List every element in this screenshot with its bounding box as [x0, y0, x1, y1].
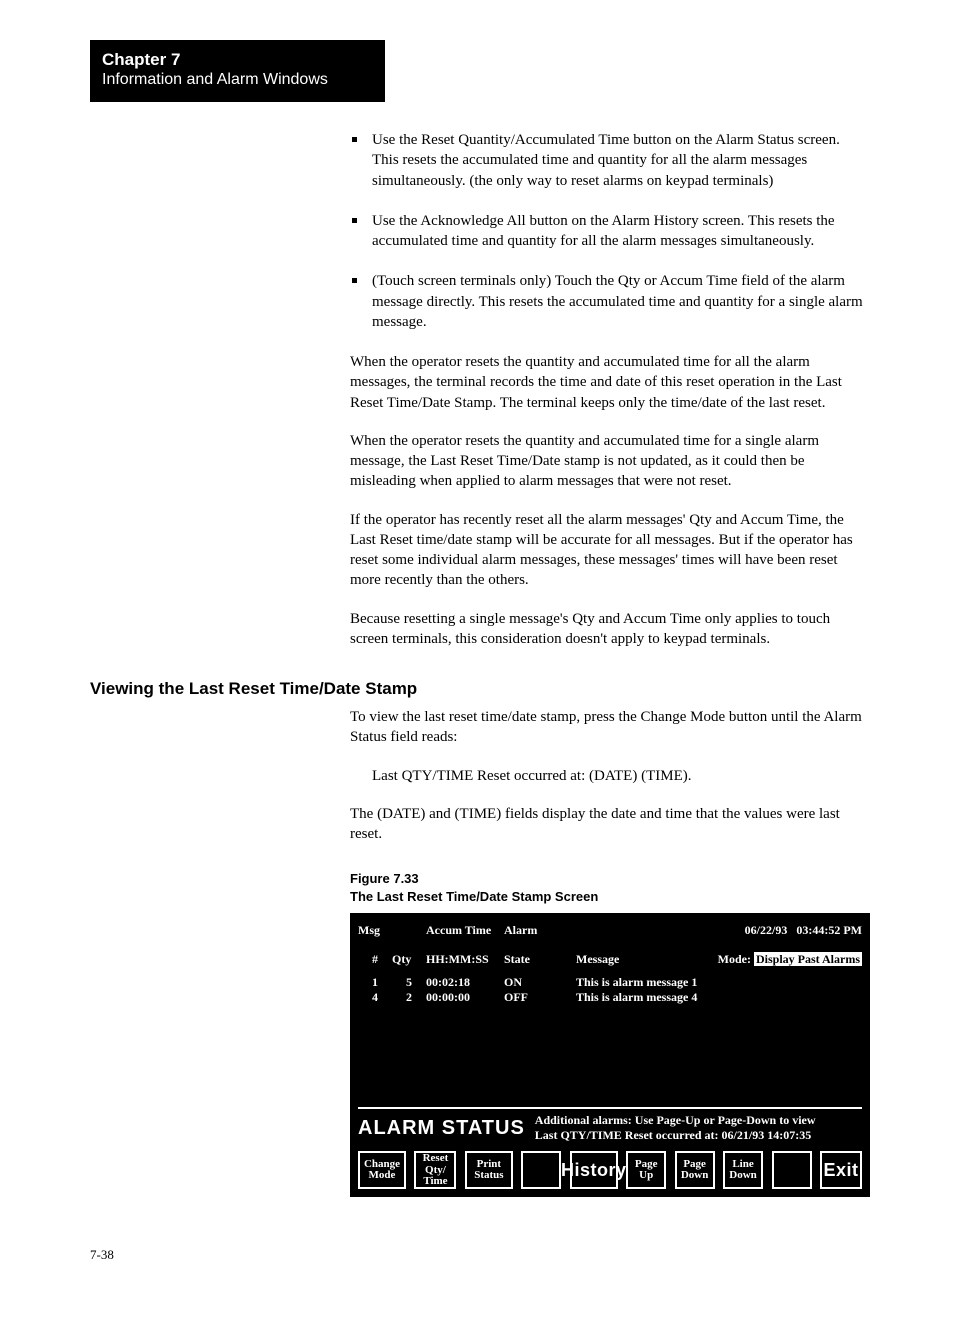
cell-state: ON: [504, 975, 550, 990]
cell-message: This is alarm message 1: [550, 975, 862, 990]
col-header: State: [504, 952, 550, 967]
col-header: #: [358, 952, 392, 967]
col-header: Alarm: [504, 923, 550, 938]
chapter-title: Chapter 7: [102, 50, 373, 70]
mode-label: Mode:: [718, 952, 751, 966]
page-number: 7-38: [90, 1247, 864, 1263]
line-down-button[interactable]: Line Down: [723, 1151, 763, 1189]
cell-msg: 1: [358, 975, 392, 990]
time-value: 03:44:52 PM: [796, 923, 862, 937]
cell-time: 00:00:00: [426, 990, 504, 1005]
history-button[interactable]: History: [570, 1151, 618, 1189]
button-row: Change Mode Reset Qty/ Time Print Status…: [358, 1151, 862, 1189]
paragraph: The (DATE) and (TIME) fields display the…: [350, 804, 864, 845]
blank-button: [521, 1151, 561, 1189]
reset-qty-time-button[interactable]: Reset Qty/ Time: [414, 1151, 456, 1189]
mode-value: Display Past Alarms: [754, 952, 862, 966]
change-mode-button[interactable]: Change Mode: [358, 1151, 406, 1189]
print-status-button[interactable]: Print Status: [465, 1151, 513, 1189]
terminal-screen: Msg Accum Time Alarm 06/22/93 03:44:52 P…: [350, 913, 870, 1197]
paragraph: When the operator resets the quantity an…: [350, 352, 864, 413]
bullet-list: Use the Reset Quantity/Accumulated Time …: [350, 130, 864, 332]
table-row: 1 5 00:02:18 ON This is alarm message 1: [358, 975, 862, 990]
col-header: Qty: [392, 952, 426, 967]
col-header: HH:MM:SS: [426, 952, 504, 967]
blank-button: [772, 1151, 812, 1189]
date-value: 06/22/93: [745, 923, 788, 937]
page-down-button[interactable]: Page Down: [675, 1151, 715, 1189]
exit-button[interactable]: Exit: [820, 1151, 862, 1189]
page-up-button[interactable]: Page Up: [626, 1151, 666, 1189]
section-heading: Viewing the Last Reset Time/Date Stamp: [90, 679, 864, 699]
chapter-header: Chapter 7 Information and Alarm Windows: [90, 40, 385, 102]
cell-message: This is alarm message 4: [550, 990, 862, 1005]
alarm-status-label: ALARM STATUS: [358, 1117, 525, 1140]
cell-qty: 2: [392, 990, 426, 1005]
col-header: Msg: [358, 923, 392, 938]
status-message: Additional alarms: Use Page-Up or Page-D…: [535, 1113, 816, 1128]
cell-msg: 4: [358, 990, 392, 1005]
paragraph: To view the last reset time/date stamp, …: [350, 707, 864, 748]
table-row: 4 2 00:00:00 OFF This is alarm message 4: [358, 990, 862, 1005]
list-item: Use the Acknowledge All button on the Al…: [350, 211, 864, 252]
mode-line: Last QTY/TIME Reset occurred at: (DATE) …: [372, 766, 864, 786]
paragraph: If the operator has recently reset all t…: [350, 510, 864, 591]
figure-number: Figure 7.33: [350, 870, 864, 888]
col-header: Accum Time: [426, 923, 504, 938]
cell-state: OFF: [504, 990, 550, 1005]
paragraph: When the operator resets the quantity an…: [350, 431, 864, 492]
cell-qty: 5: [392, 975, 426, 990]
col-header: Message: [550, 952, 670, 967]
chapter-subtitle: Information and Alarm Windows: [102, 70, 373, 90]
list-item: Use the Reset Quantity/Accumulated Time …: [350, 130, 864, 191]
status-message: Last QTY/TIME Reset occurred at: 06/21/9…: [535, 1128, 816, 1143]
cell-time: 00:02:18: [426, 975, 504, 990]
list-item: (Touch screen terminals only) Touch the …: [350, 271, 864, 332]
paragraph: Because resetting a single message's Qty…: [350, 609, 864, 650]
figure-caption: Figure 7.33 The Last Reset Time/Date Sta…: [350, 870, 864, 905]
figure-title: The Last Reset Time/Date Stamp Screen: [350, 888, 864, 906]
